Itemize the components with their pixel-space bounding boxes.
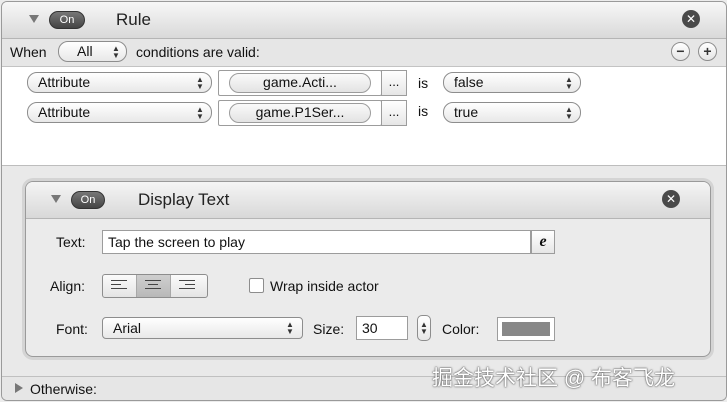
- select-arrows-icon: ▲ ▼: [112, 44, 120, 60]
- align-center-icon: [145, 280, 163, 292]
- font-select[interactable]: Arial ▲ ▼: [102, 317, 303, 339]
- condition-value: false: [454, 74, 484, 90]
- color-swatch-fill: [502, 322, 550, 336]
- size-stepper[interactable]: ▲ ▼: [417, 315, 431, 341]
- display-text-title: Display Text: [138, 190, 230, 209]
- align-center-button[interactable]: [137, 275, 171, 297]
- condition-type-select[interactable]: Attribute ▲ ▼: [27, 102, 212, 123]
- condition-type-value: Attribute: [38, 74, 91, 90]
- match-mode-select[interactable]: All ▲ ▼: [58, 41, 127, 62]
- color-label: Color:: [442, 321, 480, 337]
- attribute-field: game.P1Ser...: [218, 100, 382, 126]
- display-text-close-icon[interactable]: ✕: [662, 190, 680, 208]
- stepper-arrows-icon: ▲ ▼: [420, 320, 428, 336]
- rule-close-icon[interactable]: ✕: [682, 10, 700, 28]
- wrap-label: Wrap inside actor: [270, 278, 379, 294]
- conditions-valid-label: conditions are valid:: [136, 44, 260, 60]
- align-segmented-control: [102, 274, 208, 298]
- expression-editor-icon[interactable]: e: [531, 230, 555, 254]
- align-label: Align:: [50, 278, 86, 294]
- condition-value: true: [454, 104, 479, 120]
- when-label: When: [10, 44, 47, 60]
- collapse-triangle-icon[interactable]: [29, 15, 39, 23]
- display-text-on-toggle[interactable]: On: [71, 191, 105, 209]
- condition-value-select[interactable]: true ▲ ▼: [443, 102, 581, 123]
- text-label: Text:: [56, 234, 86, 250]
- select-arrows-icon: ▲ ▼: [565, 75, 573, 91]
- rule-on-toggle[interactable]: On: [49, 11, 85, 29]
- expand-triangle-icon[interactable]: [15, 383, 23, 393]
- align-left-button[interactable]: [103, 275, 137, 297]
- font-value: Arial: [113, 320, 142, 336]
- when-bar: When All ▲ ▼ conditions are valid: − +: [2, 39, 726, 67]
- attribute-browse-button[interactable]: ...: [381, 100, 407, 126]
- match-mode-value: All: [77, 43, 93, 59]
- conditions-list: Attribute ▲ ▼ game.Acti... ... is false ▲…: [2, 67, 726, 166]
- select-arrows-icon: ▲ ▼: [286, 320, 294, 336]
- display-text-panel: On Display Text ✕ Text: Tap the screen t…: [25, 181, 711, 357]
- rule-title: Rule: [116, 10, 151, 29]
- align-right-button[interactable]: [171, 275, 205, 297]
- display-text-header: On Display Text ✕: [26, 182, 710, 219]
- align-right-icon: [179, 280, 197, 292]
- collapse-triangle-icon[interactable]: [51, 195, 61, 203]
- wrap-checkbox[interactable]: [249, 278, 264, 293]
- condition-type-select[interactable]: Attribute ▲ ▼: [27, 72, 212, 93]
- size-input[interactable]: 30: [356, 316, 408, 340]
- watermark-text: 掘金技术社区 @ 布客飞龙: [432, 367, 675, 390]
- text-input[interactable]: Tap the screen to play: [102, 230, 531, 254]
- attribute-field: game.Acti...: [218, 70, 382, 96]
- font-label: Font:: [56, 321, 88, 337]
- attribute-browse-button[interactable]: ...: [381, 70, 407, 96]
- condition-row: Attribute ▲ ▼ game.Acti... ... is false ▲…: [2, 67, 726, 97]
- select-arrows-icon: ▲ ▼: [565, 105, 573, 121]
- condition-value-select[interactable]: false ▲ ▼: [443, 72, 581, 93]
- condition-row: Attribute ▲ ▼ game.P1Ser... ... is true ▲…: [2, 97, 726, 127]
- size-label: Size:: [313, 321, 345, 337]
- attribute-tag[interactable]: game.P1Ser...: [229, 103, 371, 123]
- operator-label: is: [418, 75, 429, 91]
- select-arrows-icon: ▲ ▼: [196, 105, 204, 121]
- color-swatch[interactable]: [497, 317, 555, 341]
- attribute-tag[interactable]: game.Acti...: [229, 73, 371, 93]
- select-arrows-icon: ▲ ▼: [196, 75, 204, 91]
- rule-panel: On Rule ✕ When All ▲ ▼ conditions are val…: [1, 1, 727, 401]
- otherwise-label: Otherwise:: [30, 381, 97, 397]
- align-left-icon: [111, 280, 129, 292]
- remove-condition-button[interactable]: −: [671, 42, 690, 61]
- condition-type-value: Attribute: [38, 104, 91, 120]
- operator-label: is: [418, 103, 429, 119]
- add-condition-button[interactable]: +: [698, 42, 717, 61]
- rule-header: On Rule ✕: [2, 2, 726, 39]
